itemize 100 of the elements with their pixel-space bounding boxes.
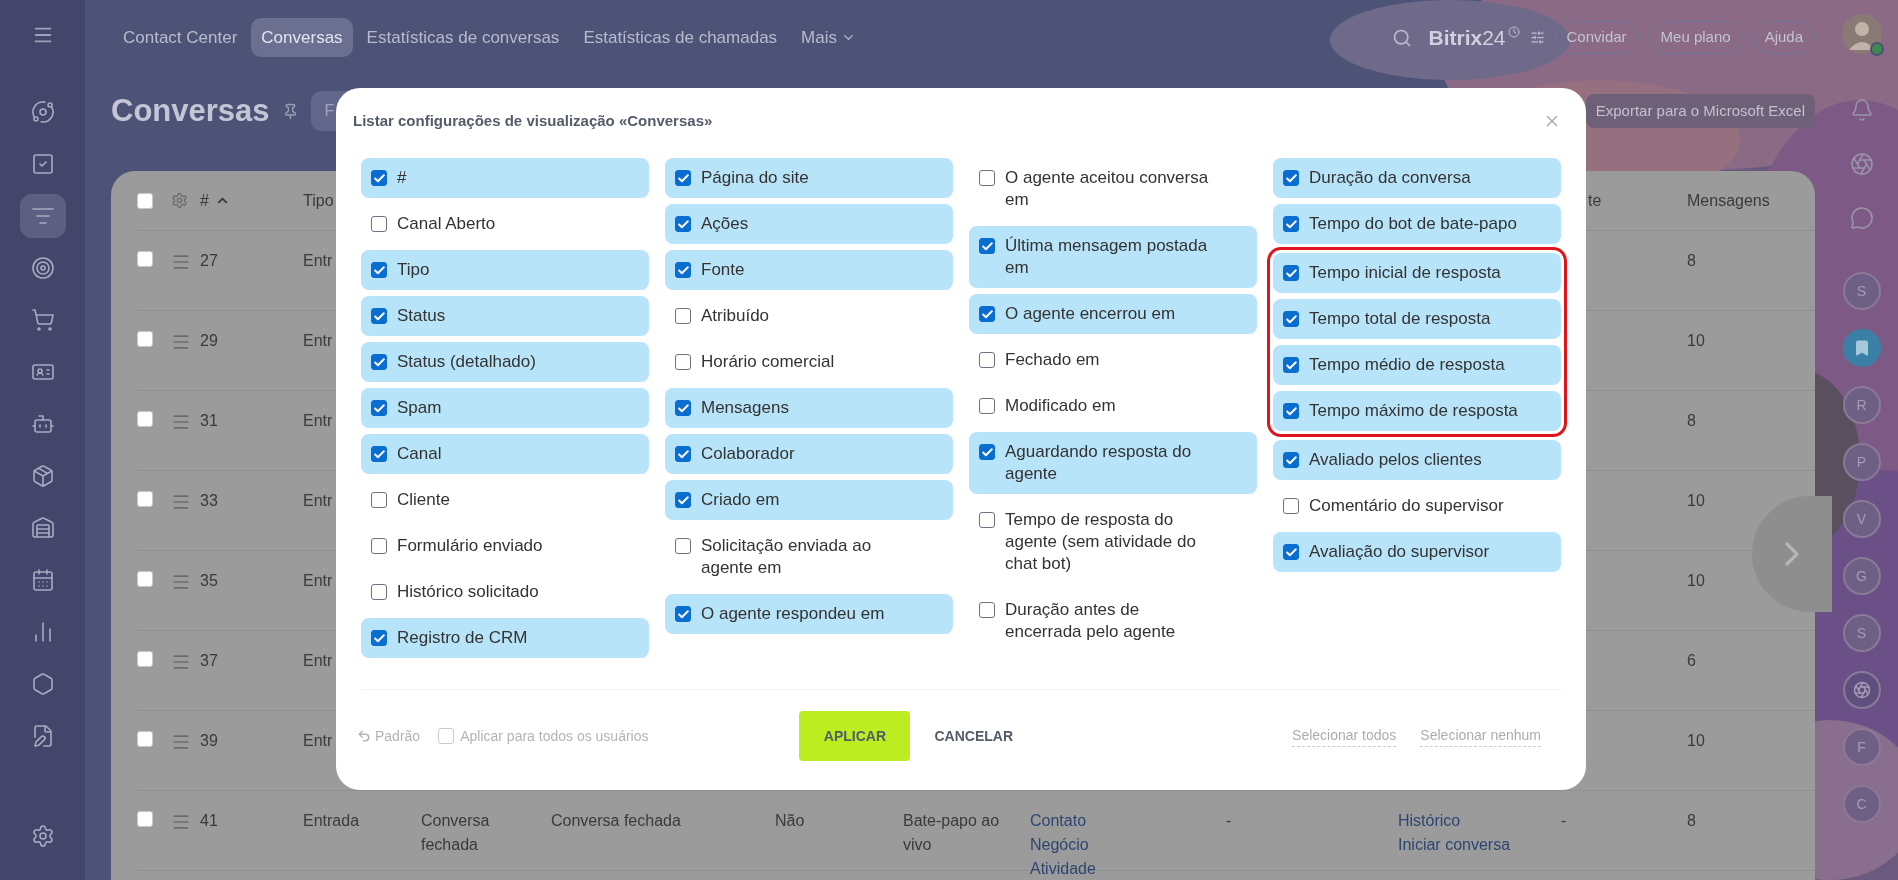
checkbox[interactable] bbox=[675, 606, 691, 622]
checkbox[interactable] bbox=[1283, 498, 1299, 514]
column-option[interactable]: Colaborador bbox=[665, 434, 953, 474]
column-option[interactable]: Tempo inicial de resposta bbox=[1273, 253, 1561, 293]
cancel-button[interactable]: CANCELAR bbox=[924, 717, 1024, 755]
drag-handle-icon[interactable] bbox=[171, 332, 191, 352]
checkbox[interactable] bbox=[1283, 170, 1299, 186]
checkbox[interactable] bbox=[371, 354, 387, 370]
nav-tab[interactable]: Mais bbox=[791, 17, 866, 58]
column-option[interactable]: Registro de CRM bbox=[361, 618, 649, 658]
column-option[interactable]: Avaliado pelos clientes bbox=[1273, 440, 1561, 480]
checkbox[interactable] bbox=[675, 354, 691, 370]
notification-icon[interactable] bbox=[1849, 98, 1874, 122]
checkbox[interactable] bbox=[371, 216, 387, 232]
checkbox[interactable] bbox=[371, 308, 387, 324]
checkbox[interactable] bbox=[1283, 265, 1299, 281]
checkbox[interactable] bbox=[371, 584, 387, 600]
column-option[interactable]: Criado em bbox=[665, 480, 953, 520]
checkbox[interactable] bbox=[137, 731, 153, 747]
column-option[interactable]: Horário comercial bbox=[665, 342, 953, 382]
checkbox[interactable] bbox=[675, 308, 691, 324]
checkbox[interactable] bbox=[675, 216, 691, 232]
checkbox[interactable] bbox=[1283, 357, 1299, 373]
column-option[interactable]: Histórico solicitado bbox=[361, 572, 649, 612]
column-option[interactable]: Fonte bbox=[665, 250, 953, 290]
checkbox[interactable] bbox=[137, 651, 153, 667]
column-option[interactable]: Canal Aberto bbox=[361, 204, 649, 244]
chat-icon[interactable] bbox=[1849, 206, 1874, 230]
checkbox[interactable] bbox=[371, 170, 387, 186]
column-option[interactable]: Tempo total de resposta bbox=[1273, 299, 1561, 339]
checkbox[interactable] bbox=[137, 411, 153, 427]
column-option[interactable]: Última mensagem postada em bbox=[969, 226, 1257, 288]
column-option[interactable]: Fechado em bbox=[969, 340, 1257, 380]
column-option[interactable]: Formulário enviado bbox=[361, 526, 649, 566]
column-option[interactable]: Duração antes de encerrada pelo agente bbox=[969, 590, 1257, 652]
checkbox[interactable] bbox=[979, 170, 995, 186]
settings-icon[interactable] bbox=[30, 824, 55, 848]
column-option[interactable]: O agente aceitou conversa em bbox=[969, 158, 1257, 220]
search-icon[interactable] bbox=[1392, 27, 1413, 48]
column-option[interactable]: Modificado em bbox=[969, 386, 1257, 426]
column-option[interactable]: Ações bbox=[665, 204, 953, 244]
checkbox[interactable] bbox=[371, 630, 387, 646]
sidebar-item[interactable] bbox=[19, 194, 66, 238]
drag-handle-icon[interactable] bbox=[171, 652, 191, 672]
apply-button[interactable]: APLICAR bbox=[799, 711, 911, 761]
nav-tab[interactable]: Contact Center bbox=[113, 17, 248, 58]
checkbox[interactable] bbox=[371, 492, 387, 508]
column-option[interactable]: Tempo de resposta do agente (sem atividade do chat bot) bbox=[969, 500, 1257, 584]
checkbox[interactable] bbox=[137, 331, 153, 347]
checkbox[interactable] bbox=[371, 400, 387, 416]
drag-handle-icon[interactable] bbox=[171, 492, 191, 512]
checkbox[interactable] bbox=[137, 491, 153, 507]
column-option[interactable]: Solicitação enviada ao agente em bbox=[665, 526, 953, 588]
checkbox[interactable] bbox=[979, 444, 995, 460]
checkbox[interactable] bbox=[137, 811, 153, 827]
column-option[interactable]: Tempo máximo de resposta bbox=[1273, 391, 1561, 431]
checkbox[interactable] bbox=[1283, 452, 1299, 468]
checkbox[interactable] bbox=[371, 262, 387, 278]
column-option[interactable]: O agente encerrou em bbox=[969, 294, 1257, 334]
column-option[interactable]: Cliente bbox=[361, 480, 649, 520]
checkbox[interactable] bbox=[675, 170, 691, 186]
sliders-icon[interactable] bbox=[1529, 30, 1545, 45]
checkbox[interactable] bbox=[675, 446, 691, 462]
checkbox[interactable] bbox=[979, 352, 995, 368]
checkbox[interactable] bbox=[137, 192, 153, 209]
checkbox[interactable] bbox=[675, 492, 691, 508]
column-option[interactable]: Aguardando resposta do agente bbox=[969, 432, 1257, 494]
checkbox[interactable] bbox=[979, 602, 995, 618]
checkbox[interactable] bbox=[675, 538, 691, 554]
checkbox[interactable] bbox=[1283, 544, 1299, 560]
column-option[interactable]: Avaliação do supervisor bbox=[1273, 532, 1561, 572]
nav-tab[interactable]: Estatísticas de chamadas bbox=[573, 17, 788, 58]
column-option[interactable]: Tipo bbox=[361, 250, 649, 290]
column-option[interactable]: Spam bbox=[361, 388, 649, 428]
column-option[interactable]: Tempo médio de resposta bbox=[1273, 345, 1561, 385]
column-option[interactable]: Canal bbox=[361, 434, 649, 474]
drag-handle-icon[interactable] bbox=[171, 812, 191, 832]
checkbox[interactable] bbox=[1283, 403, 1299, 419]
checkbox[interactable] bbox=[979, 512, 995, 528]
checkbox[interactable] bbox=[137, 571, 153, 587]
column-option[interactable]: Status (detalhado) bbox=[361, 342, 649, 382]
drag-handle-icon[interactable] bbox=[171, 412, 191, 432]
column-option[interactable]: Tempo do bot de bate-papo bbox=[1273, 204, 1561, 244]
checkbox[interactable] bbox=[371, 538, 387, 554]
checkbox[interactable] bbox=[675, 262, 691, 278]
drag-handle-icon[interactable] bbox=[171, 732, 191, 752]
column-option[interactable]: Duração da conversa bbox=[1273, 158, 1561, 198]
column-header[interactable]: te bbox=[1588, 188, 1602, 213]
column-option[interactable]: O agente respondeu em bbox=[665, 594, 953, 634]
checkbox[interactable] bbox=[979, 238, 995, 254]
checkbox[interactable] bbox=[1283, 311, 1299, 327]
checkbox[interactable] bbox=[1283, 216, 1299, 232]
swirl-icon[interactable] bbox=[1849, 152, 1874, 176]
checkbox[interactable] bbox=[371, 446, 387, 462]
checkbox[interactable] bbox=[979, 306, 995, 322]
checkbox[interactable] bbox=[675, 400, 691, 416]
checkbox[interactable] bbox=[979, 398, 995, 414]
column-option[interactable]: Comentário do supervisor bbox=[1273, 486, 1561, 526]
column-header[interactable]: # bbox=[200, 188, 303, 213]
column-header[interactable]: Tipo bbox=[303, 188, 334, 213]
